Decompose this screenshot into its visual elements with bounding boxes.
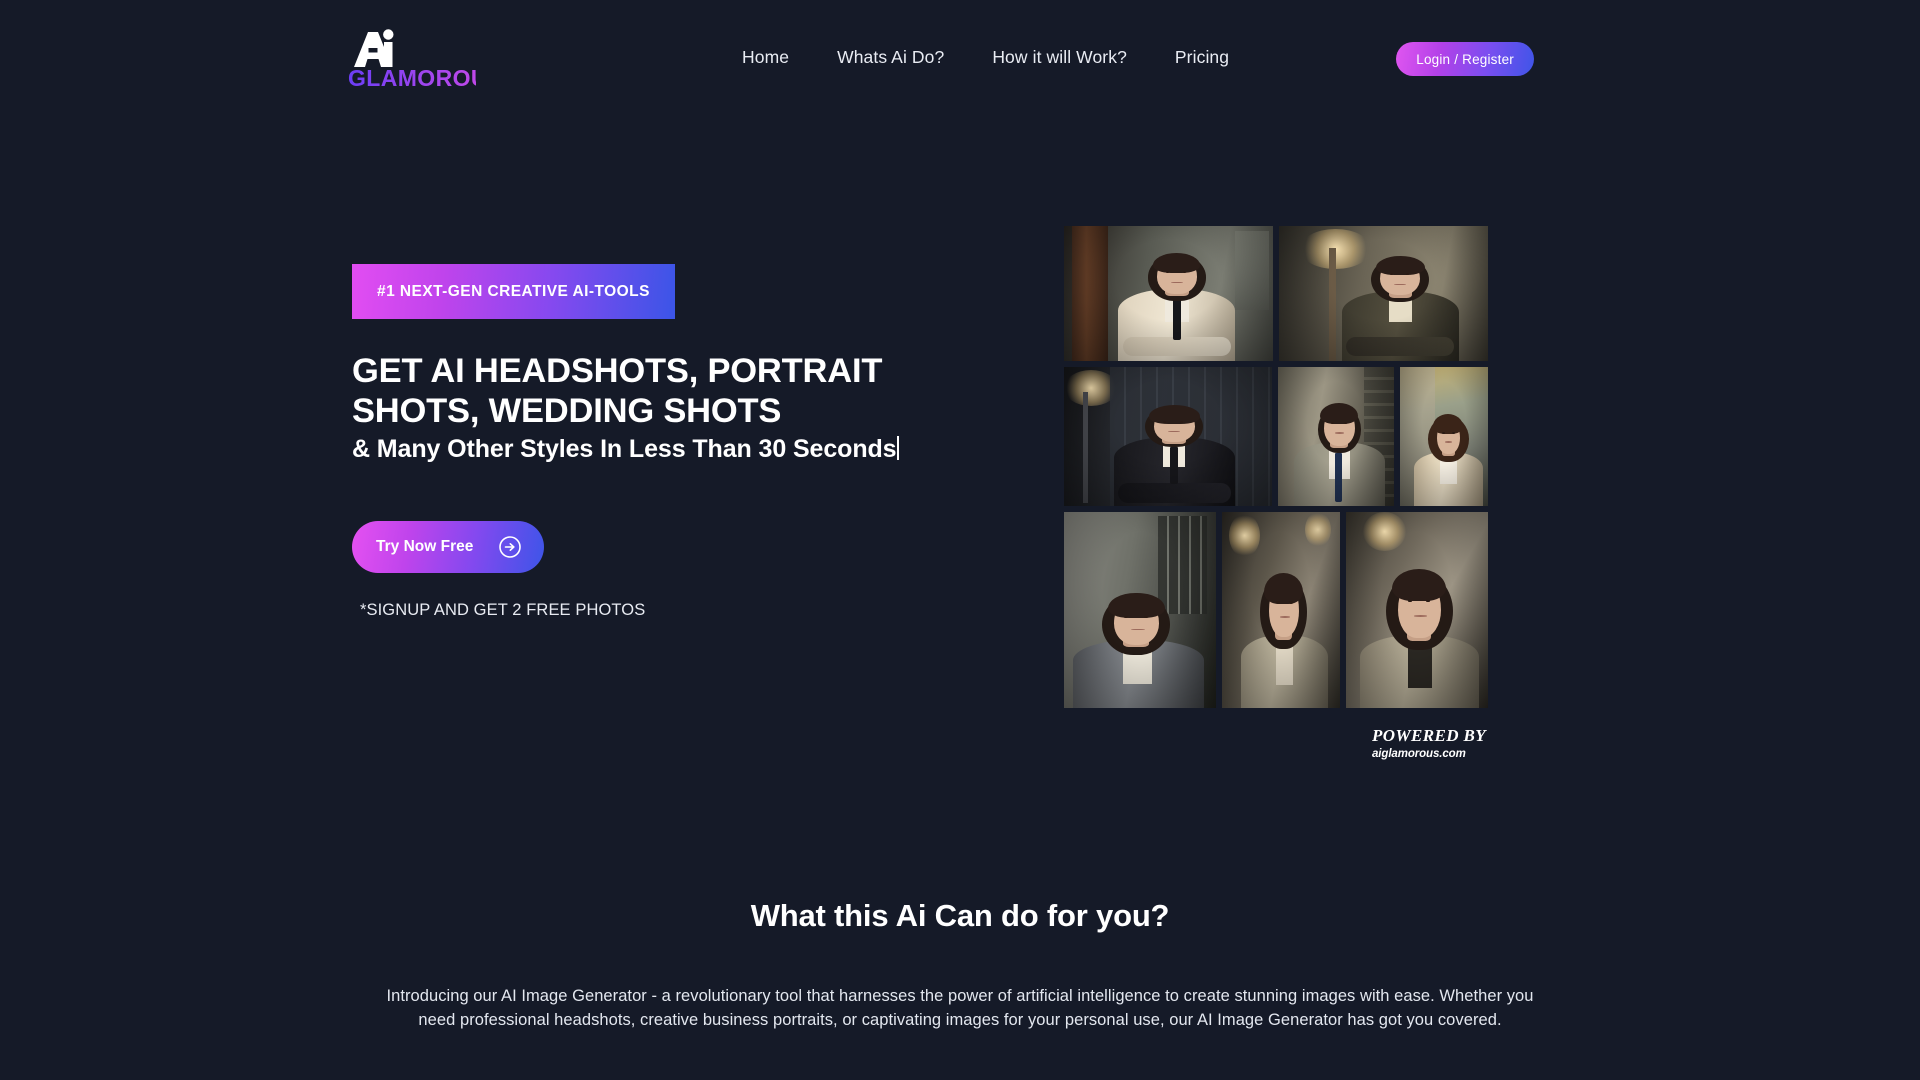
portrait-tile[interactable] xyxy=(1064,512,1216,708)
landing-page: GLAMOROUS Home Whats Ai Do? How it will … xyxy=(0,0,1920,1080)
about-section-body: Introducing our AI Image Generator - a r… xyxy=(386,987,1534,1029)
svg-text:GLAMOROUS: GLAMOROUS xyxy=(348,65,476,91)
sample-portrait-collage xyxy=(1064,226,1488,714)
powered-by-site: aiglamorous.com xyxy=(1372,748,1466,760)
hero-badge: #1 NEXT-GEN CREATIVE AI-TOOLS xyxy=(352,264,675,319)
nav-item-pricing[interactable]: Pricing xyxy=(1175,46,1229,68)
try-now-free-button[interactable]: Try Now Free xyxy=(352,521,544,573)
nav-item-home[interactable]: Home xyxy=(742,46,789,68)
arrow-right-circle-icon xyxy=(499,536,521,558)
portrait-tile[interactable] xyxy=(1278,367,1394,506)
brand-logo[interactable]: GLAMOROUS xyxy=(348,22,476,92)
site-header: GLAMOROUS Home Whats Ai Do? How it will … xyxy=(0,0,1920,118)
hero-subheadline-text: & Many Other Styles In Less Than 30 Seco… xyxy=(352,435,897,463)
cta-label: Try Now Free xyxy=(376,538,474,555)
collage-row xyxy=(1064,226,1488,361)
typing-caret xyxy=(897,436,900,460)
about-section-title: What this Ai Can do for you? xyxy=(750,898,1170,933)
collage-row xyxy=(1064,512,1488,708)
hero-copy: #1 NEXT-GEN CREATIVE AI-TOOLS GET AI HEA… xyxy=(352,264,912,620)
portrait-tile[interactable] xyxy=(1222,512,1340,708)
portrait-tile[interactable] xyxy=(1064,367,1272,506)
signup-note: *SIGNUP AND GET 2 FREE PHOTOS xyxy=(360,601,646,619)
hero-subheadline: & Many Other Styles In Less Than 30 Seco… xyxy=(352,433,912,466)
nav-item-how-it-will-work[interactable]: How it will Work? xyxy=(992,46,1127,68)
powered-by-watermark: POWERED BY aiglamorous.com xyxy=(1372,726,1512,762)
login-register-button[interactable]: Login / Register xyxy=(1396,42,1534,76)
nav-item-whats-ai-do[interactable]: Whats Ai Do? xyxy=(837,46,944,68)
portrait-tile[interactable] xyxy=(1064,226,1273,361)
portrait-tile[interactable] xyxy=(1279,226,1488,361)
ai-monogram-icon: GLAMOROUS xyxy=(348,29,476,91)
portrait-tile[interactable] xyxy=(1400,367,1488,506)
collage-row xyxy=(1064,367,1488,506)
primary-nav: Home Whats Ai Do? How it will Work? Pric… xyxy=(742,46,1229,68)
portrait-tile[interactable] xyxy=(1346,512,1488,708)
powered-by-label: POWERED BY xyxy=(1372,726,1487,745)
hero-headline: GET AI HEADSHOTS, PORTRAIT SHOTS, WEDDIN… xyxy=(352,352,883,430)
